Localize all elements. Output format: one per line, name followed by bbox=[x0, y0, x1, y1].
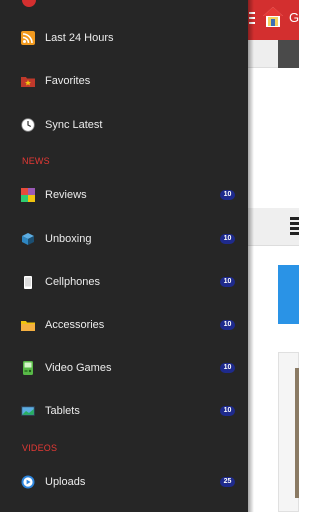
drawer-item-label: Unboxing bbox=[45, 233, 92, 245]
drawer-item-uploads[interactable]: Uploads 25 bbox=[0, 462, 248, 502]
reviews-icon bbox=[21, 188, 35, 202]
subbar-tab[interactable] bbox=[278, 40, 299, 68]
drawer-item-sync-latest[interactable]: Sync Latest bbox=[0, 105, 248, 145]
drawer-item-label: Sync Latest bbox=[45, 119, 103, 131]
drawer-item-label: Uploads bbox=[45, 476, 86, 488]
phone-icon bbox=[21, 275, 35, 289]
play-icon bbox=[21, 475, 35, 489]
count-badge: 10 bbox=[220, 234, 235, 244]
drawer-item-tablets[interactable]: Tablets 10 bbox=[0, 391, 248, 431]
drawer-item-label: Last 24 Hours bbox=[45, 32, 114, 44]
list-view-icon[interactable] bbox=[290, 217, 299, 237]
count-badge: 25 bbox=[220, 477, 235, 487]
count-badge: 10 bbox=[220, 406, 235, 416]
drawer-item-label: Favorites bbox=[45, 75, 91, 87]
drawer-item-label: Video Games bbox=[45, 362, 112, 374]
drawer-item-unboxing[interactable]: Unboxing 10 bbox=[0, 219, 248, 259]
drawer-item-cellphones[interactable]: Cellphones 10 bbox=[0, 262, 248, 302]
drawer-item-last-24-hours[interactable]: Last 24 Hours bbox=[0, 18, 248, 58]
drawer-item-label: Reviews bbox=[45, 189, 87, 201]
count-badge: 10 bbox=[220, 320, 235, 330]
featured-banner[interactable] bbox=[278, 265, 299, 324]
rss-icon bbox=[21, 31, 35, 45]
section-header-news: NEWS bbox=[22, 156, 50, 166]
count-badge: 10 bbox=[220, 363, 235, 373]
box-icon bbox=[21, 232, 35, 246]
favorites-folder-icon bbox=[21, 74, 35, 88]
drawer-item-video-games[interactable]: Video Games 10 bbox=[0, 348, 248, 388]
app-title: Ge bbox=[289, 10, 307, 25]
clock-icon bbox=[21, 118, 35, 132]
gameboy-icon bbox=[21, 361, 35, 375]
home-icon[interactable] bbox=[262, 5, 284, 29]
drawer-item-favorites[interactable]: Favorites bbox=[0, 61, 248, 101]
drawer-item-label: Tablets bbox=[45, 405, 80, 417]
drawer-item-accessories[interactable]: Accessories 10 bbox=[0, 305, 248, 345]
navigation-drawer: Last 24 Hours Favorites Sync Latest NEWS… bbox=[0, 0, 248, 512]
partial-icon bbox=[22, 0, 36, 7]
article-thumbnail bbox=[295, 368, 299, 498]
tablet-icon bbox=[21, 404, 35, 418]
section-header-videos: VIDEOS bbox=[22, 443, 58, 453]
drawer-item-label: Accessories bbox=[45, 319, 105, 331]
drawer-item-reviews[interactable]: Reviews 10 bbox=[0, 175, 248, 215]
drawer-shadow bbox=[248, 0, 254, 512]
drawer-item-label: Cellphones bbox=[45, 276, 101, 288]
folder-icon bbox=[21, 318, 35, 332]
count-badge: 10 bbox=[220, 190, 235, 200]
count-badge: 10 bbox=[220, 277, 235, 287]
